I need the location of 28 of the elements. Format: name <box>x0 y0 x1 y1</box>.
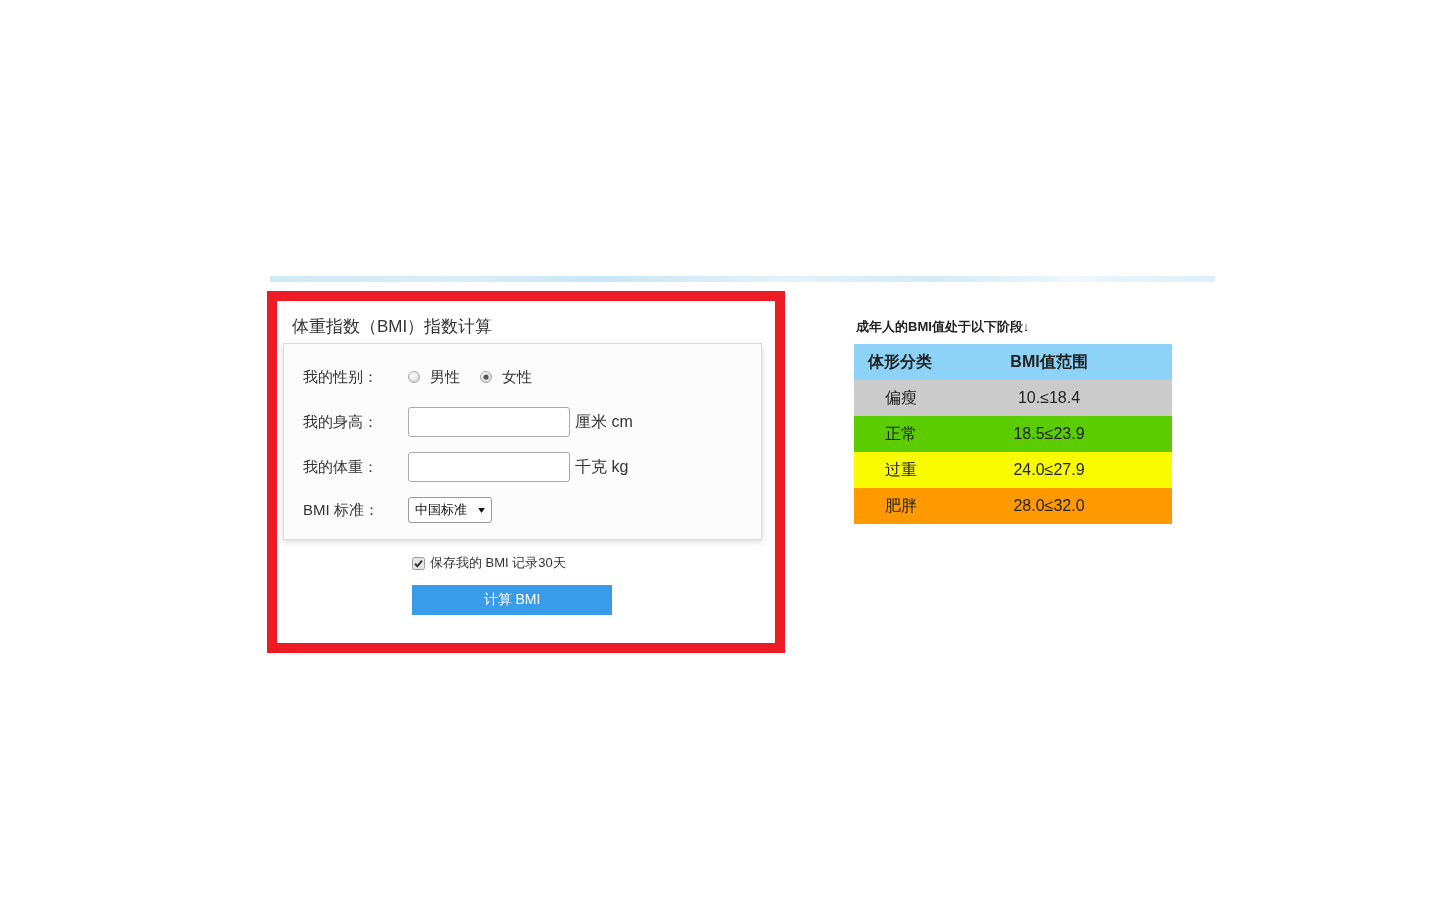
standard-select[interactable]: 中国标准 <box>408 497 492 523</box>
column-header: 体形分类 <box>866 351 933 372</box>
field-label: 我的性别： <box>303 367 379 387</box>
table-cell: 24.0≤27.9 <box>1013 461 1085 479</box>
calculator-title: 体重指数（BMI）指数计算 <box>292 316 494 338</box>
checkbox-label[interactable]: 保存我的 BMI 记录30天 <box>430 554 566 572</box>
table-cell-text: 肥胖 <box>884 495 918 516</box>
radio-label[interactable]: 男性 <box>430 367 460 387</box>
table-cell: 10.≤18.4 <box>1017 389 1081 407</box>
table-cell-text: 偏瘦 <box>884 387 918 408</box>
table-cell: 28.0≤32.0 <box>1013 497 1085 515</box>
field-label: 我的体重： <box>303 457 379 477</box>
radio-button[interactable] <box>480 371 492 383</box>
caret-icon <box>478 507 485 513</box>
table-cell: 18.5≤23.9 <box>1013 425 1085 443</box>
unit-label: 千克 kg <box>575 456 629 477</box>
checkbox[interactable] <box>412 556 425 570</box>
table-cell-text: 过重 <box>884 459 918 480</box>
input-field[interactable] <box>408 452 570 482</box>
table-caption: 成年人的BMI值处于以下阶段↓ <box>856 319 1031 335</box>
field-label: BMI 标准： <box>303 500 380 520</box>
unit-label: 厘米 cm <box>575 411 633 432</box>
column-header: BMI值范围 <box>1010 351 1088 372</box>
table-cell-text: 正常 <box>884 423 918 444</box>
radio-label[interactable]: 女性 <box>502 367 532 387</box>
radio-button[interactable] <box>408 371 420 383</box>
field-label: 我的身高： <box>303 412 379 432</box>
input-field[interactable] <box>408 407 570 437</box>
